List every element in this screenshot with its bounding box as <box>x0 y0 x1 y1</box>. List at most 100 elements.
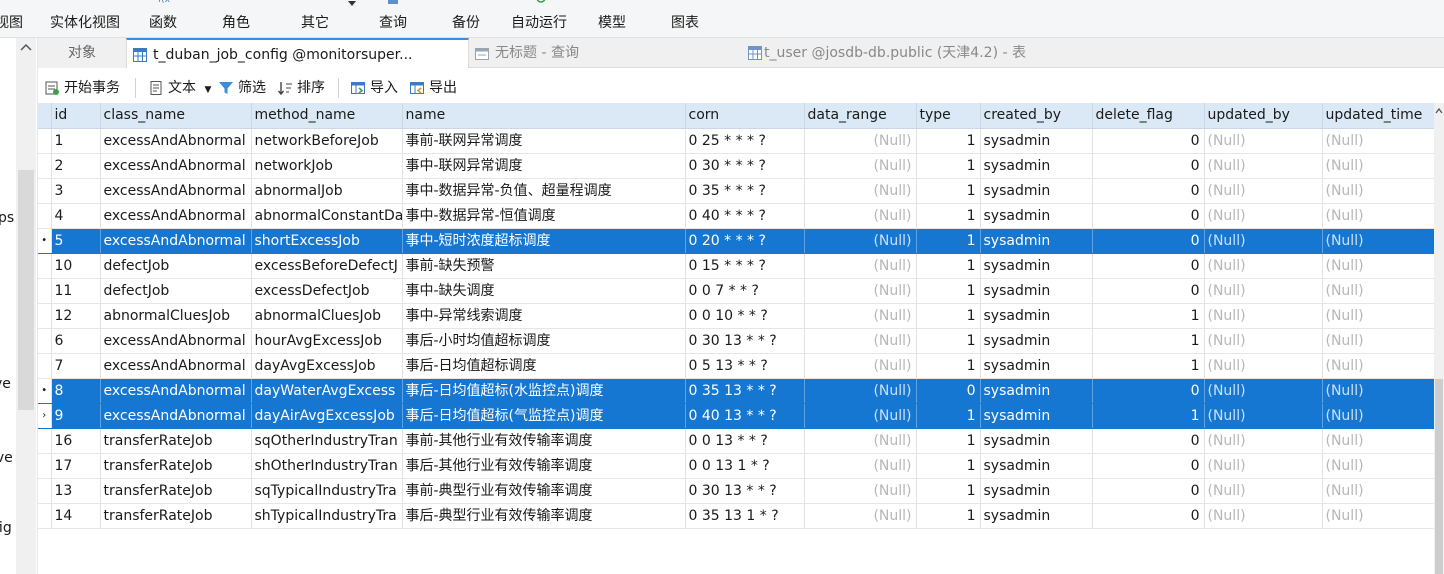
table-row[interactable]: 4 excessAndAbnormal abnormalConstantDa 事中-数… <box>38 203 1435 229</box>
cell-name[interactable]: 事后-日均值超标调度 <box>402 353 686 379</box>
row-indicator[interactable] <box>38 128 52 154</box>
cell-method-name[interactable]: excessDefectJob <box>251 278 403 304</box>
text-view-dropdown-icon[interactable]: ▼ <box>204 85 211 95</box>
cell-data-range[interactable]: (Null) <box>804 303 917 329</box>
row-indicator[interactable] <box>38 353 52 379</box>
cell-created-by[interactable]: sysadmin <box>980 278 1093 304</box>
table-row[interactable]: • 5 excessAndAbnormal shortExcessJob 事中-短时浓度… <box>38 228 1435 254</box>
cell-corn[interactable]: 0 30 13 * * ? <box>685 328 805 354</box>
cell-type[interactable]: 1 <box>916 478 981 504</box>
cell-name[interactable]: 事前-缺失预警 <box>402 253 686 279</box>
cell-type[interactable]: 1 <box>916 128 981 154</box>
cell-class-name[interactable]: excessAndAbnormal <box>100 153 252 179</box>
cell-method-name[interactable]: sqTypicalIndustryTra <box>251 478 403 504</box>
cell-type[interactable]: 1 <box>916 503 981 529</box>
cell-id[interactable]: 12 <box>51 303 101 329</box>
cell-id[interactable]: 4 <box>51 203 101 229</box>
cell-id[interactable]: 8 <box>51 378 101 404</box>
cell-id[interactable]: 9 <box>51 403 101 429</box>
tab-objects[interactable]: 对象 <box>38 38 126 68</box>
cell-delete-flag[interactable]: 0 <box>1092 428 1205 454</box>
cell-created-by[interactable]: sysadmin <box>980 178 1093 204</box>
cell-created-by[interactable]: sysadmin <box>980 403 1093 429</box>
row-indicator[interactable]: • <box>38 378 52 404</box>
row-indicator[interactable] <box>38 478 52 504</box>
row-indicator[interactable]: • <box>38 228 52 254</box>
cell-data-range[interactable]: (Null) <box>804 278 917 304</box>
cell-method-name[interactable]: dayAirAvgExcessJob <box>251 403 403 429</box>
table-row[interactable]: 6 excessAndAbnormal hourAvgExcessJob 事后-小时均… <box>38 328 1435 354</box>
navigator-item-fragment[interactable]: ps <box>0 210 14 226</box>
cell-method-name[interactable]: excessBeforeDefectJ <box>251 253 403 279</box>
cell-name[interactable]: 事中-短时浓度超标调度 <box>402 228 686 254</box>
cell-method-name[interactable]: dayWaterAvgExcess <box>251 378 403 404</box>
cell-data-range[interactable]: (Null) <box>804 203 917 229</box>
cell-created-by[interactable]: sysadmin <box>980 128 1093 154</box>
ribbon-query-button[interactable]: 查询 <box>370 0 416 38</box>
cell-class-name[interactable]: abnormalCluesJob <box>100 303 252 329</box>
cell-created-by[interactable]: sysadmin <box>980 503 1093 529</box>
cell-class-name[interactable]: excessAndAbnormal <box>100 328 252 354</box>
cell-corn[interactable]: 0 0 13 * * ? <box>685 428 805 454</box>
cell-updated-by[interactable]: (Null) <box>1204 478 1323 504</box>
cell-updated-by[interactable]: (Null) <box>1204 328 1323 354</box>
cell-delete-flag[interactable]: 0 <box>1092 253 1205 279</box>
cell-corn[interactable]: 0 40 13 * * ? <box>685 403 805 429</box>
table-row[interactable]: 7 excessAndAbnormal dayAvgExcessJob 事后-日均值超… <box>38 353 1435 379</box>
cell-type[interactable]: 1 <box>916 403 981 429</box>
export-button[interactable]: 导出 <box>409 78 457 98</box>
cell-delete-flag[interactable]: 1 <box>1092 353 1205 379</box>
cell-corn[interactable]: 0 0 13 1 * ? <box>685 453 805 479</box>
cell-data-range[interactable]: (Null) <box>804 478 917 504</box>
row-indicator[interactable] <box>38 278 52 304</box>
cell-method-name[interactable]: hourAvgExcessJob <box>251 328 403 354</box>
cell-created-by[interactable]: sysadmin <box>980 428 1093 454</box>
cell-created-by[interactable]: sysadmin <box>980 228 1093 254</box>
cell-corn[interactable]: 0 30 * * * ? <box>685 153 805 179</box>
row-indicator[interactable] <box>38 503 52 529</box>
cell-updated-time[interactable]: (Null) <box>1322 178 1435 204</box>
cell-class-name[interactable]: defectJob <box>100 253 252 279</box>
cell-data-range[interactable]: (Null) <box>804 378 917 404</box>
cell-method-name[interactable]: shTypicalIndustryTra <box>251 503 403 529</box>
table-row[interactable]: 1 excessAndAbnormal networkBeforeJob 事前-联网异… <box>38 128 1435 154</box>
cell-created-by[interactable]: sysadmin <box>980 378 1093 404</box>
column-header-corn[interactable]: corn <box>685 103 805 129</box>
cell-class-name[interactable]: excessAndAbnormal <box>100 128 252 154</box>
cell-data-range[interactable]: (Null) <box>804 328 917 354</box>
cell-method-name[interactable]: networkJob <box>251 153 403 179</box>
column-header-class-name[interactable]: class_name <box>100 103 252 129</box>
cell-updated-by[interactable]: (Null) <box>1204 203 1323 229</box>
cell-type[interactable]: 1 <box>916 228 981 254</box>
cell-updated-by[interactable]: (Null) <box>1204 153 1323 179</box>
cell-updated-by[interactable]: (Null) <box>1204 453 1323 479</box>
cell-id[interactable]: 10 <box>51 253 101 279</box>
ribbon-autorun-button[interactable]: 自动运行 <box>506 0 572 38</box>
cell-corn[interactable]: 0 35 13 * * ? <box>685 378 805 404</box>
cell-type[interactable]: 1 <box>916 153 981 179</box>
column-header-name[interactable]: name <box>402 103 686 129</box>
cell-created-by[interactable]: sysadmin <box>980 328 1093 354</box>
cell-name[interactable]: 事后-典型行业有效传输率调度 <box>402 503 686 529</box>
cell-updated-time[interactable]: (Null) <box>1322 378 1435 404</box>
cell-id[interactable]: 5 <box>51 228 101 254</box>
cell-created-by[interactable]: sysadmin <box>980 353 1093 379</box>
column-header-updated-by[interactable]: updated_by <box>1204 103 1323 129</box>
cell-corn[interactable]: 0 40 * * * ? <box>685 203 805 229</box>
cell-name[interactable]: 事前-典型行业有效传输率调度 <box>402 478 686 504</box>
cell-delete-flag[interactable]: 0 <box>1092 228 1205 254</box>
cell-updated-time[interactable]: (Null) <box>1322 403 1435 429</box>
table-row[interactable]: 13 transferRateJob sqTypicalIndustryTra 事前-… <box>38 478 1435 504</box>
table-row[interactable]: › 9 excessAndAbnormal dayAirAvgExcessJob 事后-… <box>38 403 1435 429</box>
tab-table-config[interactable]: t_duban_job_config @monitorsuper... <box>126 38 469 68</box>
row-indicator[interactable]: › <box>38 403 52 429</box>
cell-corn[interactable]: 0 35 13 1 * ? <box>685 503 805 529</box>
cell-class-name[interactable]: excessAndAbnormal <box>100 203 252 229</box>
cell-class-name[interactable]: transferRateJob <box>100 428 252 454</box>
cell-updated-time[interactable]: (Null) <box>1322 228 1435 254</box>
cell-id[interactable]: 1 <box>51 128 101 154</box>
import-button[interactable]: 导入 <box>350 78 398 98</box>
table-row[interactable]: 14 transferRateJob shTypicalIndustryTra 事后-… <box>38 503 1435 529</box>
cell-name[interactable]: 事后-小时均值超标调度 <box>402 328 686 354</box>
cell-delete-flag[interactable]: 1 <box>1092 403 1205 429</box>
